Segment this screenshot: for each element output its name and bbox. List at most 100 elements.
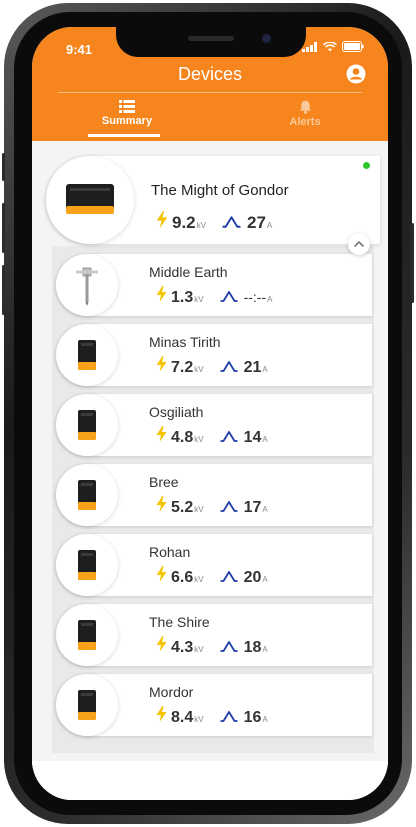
- chevron-up-icon: [354, 241, 364, 247]
- online-status-indicator: [363, 162, 370, 169]
- status-icons: [302, 41, 364, 52]
- tab-alerts[interactable]: Alerts: [240, 100, 370, 128]
- current-unit: A: [262, 575, 268, 584]
- device-thumbnail: [56, 604, 118, 666]
- lightning-bolt-icon: [156, 426, 167, 442]
- device-metrics: 4.3 kV 18 A: [156, 636, 268, 657]
- speaker-grille: [188, 36, 234, 41]
- voltage-unit: kV: [194, 715, 204, 724]
- current-value: 20: [243, 569, 262, 586]
- device-thumbnail: [56, 324, 118, 386]
- device-name: Mordor: [149, 684, 194, 700]
- device-list-panel: Middle Earth 1.3 kV --:-- A Minas Tirith…: [52, 246, 374, 753]
- current-unit: A: [266, 221, 273, 230]
- device-name: The Shire: [149, 614, 210, 630]
- current-unit: A: [267, 295, 273, 304]
- volume-up-button: [2, 203, 5, 253]
- list-icon: [119, 100, 135, 113]
- device-row[interactable]: Rohan 6.6 kV 20 A: [56, 534, 372, 596]
- device-row[interactable]: Middle Earth 1.3 kV --:-- A: [56, 254, 372, 316]
- current-pulse-icon: [220, 641, 238, 652]
- device-metrics: 1.3 kV --:-- A: [156, 286, 272, 307]
- current-unit: A: [262, 645, 268, 654]
- device-thumbnail: [56, 254, 118, 316]
- lightning-bolt-icon: [156, 496, 167, 512]
- device-name: Bree: [149, 474, 179, 490]
- tab-summary[interactable]: Summary: [62, 100, 192, 127]
- lightning-bolt-icon: [156, 566, 167, 582]
- current-pulse-icon: [222, 216, 241, 228]
- current-pulse-icon: [220, 361, 238, 372]
- device-name: Osgiliath: [149, 404, 204, 420]
- energizer-icon: [78, 550, 96, 580]
- current-value: --:--: [243, 289, 267, 305]
- tab-alerts-label: Alerts: [289, 116, 321, 128]
- energizer-icon: [78, 690, 96, 720]
- tab-summary-label: Summary: [101, 115, 153, 127]
- device-name: Minas Tirith: [149, 334, 221, 350]
- device-metrics: 8.4 kV 16 A: [156, 706, 268, 727]
- primary-device-card[interactable]: The Might of Gondor 9.2 kV 27 A: [46, 156, 380, 255]
- current-value: 17: [243, 499, 262, 516]
- primary-device-name: The Might of Gondor: [151, 182, 289, 199]
- device-metrics: 5.2 kV 17 A: [156, 496, 268, 517]
- bottom-spacer: [32, 761, 388, 800]
- lightning-bolt-icon: [156, 211, 168, 228]
- voltage-value: 4.3: [171, 639, 194, 656]
- current-value: 27: [246, 213, 266, 232]
- energizer-icon: [78, 410, 96, 440]
- device-row[interactable]: Osgiliath 4.8 kV 14 A: [56, 394, 372, 456]
- primary-device-metrics: 9.2 kV 27 A: [156, 211, 272, 233]
- device-name: Rohan: [149, 544, 191, 560]
- device-row[interactable]: Minas Tirith 7.2 kV 21 A: [56, 324, 372, 386]
- phone-notch: [116, 27, 306, 57]
- device-thumbnail: [56, 534, 118, 596]
- voltage-unit: kV: [194, 505, 204, 514]
- voltage-unit: kV: [196, 221, 206, 230]
- voltage-unit: kV: [194, 435, 204, 444]
- voltage-unit: kV: [194, 295, 204, 304]
- device-name: Middle Earth: [149, 264, 228, 280]
- device-metrics: 7.2 kV 21 A: [156, 356, 268, 377]
- device-list-area: Middle Earth 1.3 kV --:-- A Minas Tirith…: [32, 141, 388, 800]
- active-tab-indicator: [88, 134, 160, 137]
- device-thumbnail: [56, 464, 118, 526]
- current-unit: A: [262, 365, 268, 374]
- bell-icon: [299, 100, 311, 114]
- current-pulse-icon: [220, 291, 238, 302]
- power-button: [411, 223, 414, 303]
- device-metrics: 4.8 kV 14 A: [156, 426, 268, 447]
- voltage-value: 6.6: [171, 569, 194, 586]
- device-row[interactable]: The Shire 4.3 kV 18 A: [56, 604, 372, 666]
- lightning-bolt-icon: [156, 356, 167, 372]
- status-bar: 9:41: [32, 27, 388, 69]
- current-value: 18: [243, 639, 262, 656]
- current-pulse-icon: [220, 711, 238, 722]
- device-thumbnail: [56, 394, 118, 456]
- status-time: 9:41: [66, 42, 93, 57]
- current-pulse-icon: [220, 571, 238, 582]
- lightning-bolt-icon: [156, 286, 167, 302]
- voltage-value: 4.8: [171, 429, 194, 446]
- header-divider: [58, 92, 362, 93]
- device-row[interactable]: Mordor 8.4 kV 16 A: [56, 674, 372, 736]
- collapse-button[interactable]: [348, 233, 370, 255]
- voltage-value: 5.2: [171, 499, 194, 516]
- app-screen: 9:41 Devices Summary Alerts Middle Earth…: [32, 27, 388, 800]
- voltage-unit: kV: [194, 575, 204, 584]
- current-value: 21: [243, 359, 262, 376]
- current-value: 14: [243, 429, 262, 446]
- device-row[interactable]: Bree 5.2 kV 17 A: [56, 464, 372, 526]
- energizer-icon: [78, 340, 96, 370]
- profile-icon[interactable]: [346, 64, 366, 84]
- voltage-value: 8.4: [171, 709, 194, 726]
- current-value: 16: [243, 709, 262, 726]
- voltage-unit: kV: [194, 365, 204, 374]
- device-thumbnail: [56, 674, 118, 736]
- current-unit: A: [262, 505, 268, 514]
- page-title: Devices: [177, 64, 243, 84]
- voltage-value: 7.2: [171, 359, 194, 376]
- current-unit: A: [262, 435, 268, 444]
- current-pulse-icon: [220, 501, 238, 512]
- energizer-icon: [78, 620, 96, 650]
